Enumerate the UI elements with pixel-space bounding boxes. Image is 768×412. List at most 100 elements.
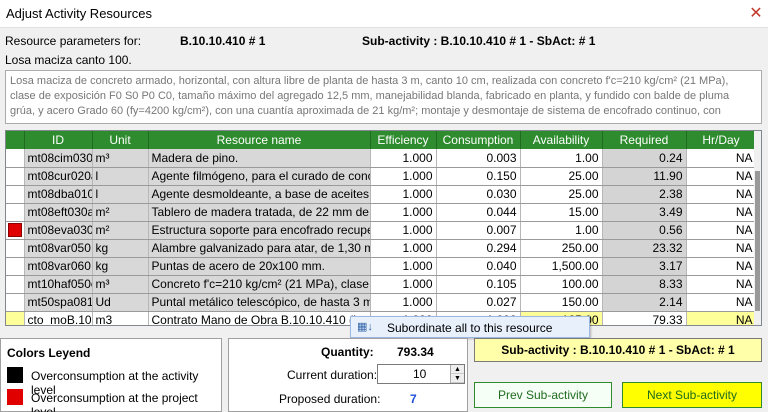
next-subactivity-button[interactable]: Next Sub-activity <box>622 382 762 408</box>
cell-availability[interactable]: 100.00 <box>520 275 603 294</box>
cell-availability[interactable]: 25.00 <box>520 185 603 204</box>
cell-id[interactable]: mt08cur020a <box>24 167 93 186</box>
cell-consumption[interactable]: 0.040 <box>436 257 521 276</box>
cell-availability[interactable]: 1.00 <box>520 221 603 240</box>
cell-required[interactable]: 2.14 <box>602 293 687 312</box>
cell-resource-name[interactable]: Madera de pino. <box>148 149 371 168</box>
table-row[interactable]: mt08cim030l m³ Madera de pino. 1.000 0.003 1.… <box>6 149 757 168</box>
spin-down-icon[interactable]: ▼ <box>451 374 464 383</box>
cell-availability[interactable]: 150.00 <box>520 293 603 312</box>
table-row[interactable]: mt08var060 kg Puntas de acero de 20x100 mm… <box>6 257 757 276</box>
cell-efficiency[interactable]: 1.000 <box>370 257 437 276</box>
cell-hr-day[interactable]: NA <box>686 275 757 294</box>
cell-consumption[interactable]: 0.294 <box>436 239 521 258</box>
col-efficiency[interactable]: Efficiency <box>370 131 437 149</box>
cell-efficiency[interactable]: 1.000 <box>370 149 437 168</box>
cell-unit[interactable]: kg <box>92 257 149 276</box>
cell-unit[interactable]: m² <box>92 203 149 222</box>
cell-consumption[interactable]: 0.003 <box>436 149 521 168</box>
resources-grid[interactable]: ID Unit Resource name Efficiency Consump… <box>5 130 762 326</box>
close-icon[interactable]: ✕ <box>746 4 766 24</box>
cell-required[interactable]: 2.38 <box>602 185 687 204</box>
table-row[interactable]: mt10haf050c m³ Concreto f'c=210 kg/cm² (21… <box>6 275 757 294</box>
cell-hr-day[interactable]: NA <box>686 203 757 222</box>
cell-hr-day[interactable]: NA <box>686 257 757 276</box>
cell-efficiency[interactable]: 1.000 <box>370 221 437 240</box>
cell-hr-day[interactable]: NA <box>686 293 757 312</box>
cell-resource-name[interactable]: Puntas de acero de 20x100 mm. <box>148 257 371 276</box>
col-id[interactable]: ID <box>24 131 93 149</box>
cell-required[interactable]: 11.90 <box>602 167 687 186</box>
cell-resource-name[interactable]: Alambre galvanizado para atar, de 1,30 m… <box>148 239 371 258</box>
long-description[interactable]: Losa maciza de concreto armado, horizont… <box>5 70 762 124</box>
cell-efficiency[interactable]: 1.000 <box>370 167 437 186</box>
cell-consumption[interactable]: 0.044 <box>436 203 521 222</box>
col-resource-name[interactable]: Resource name <box>148 131 371 149</box>
spin-buttons[interactable]: ▲ ▼ <box>450 365 464 383</box>
cell-id[interactable]: mt08eft030a <box>24 203 93 222</box>
cell-consumption[interactable]: 0.030 <box>436 185 521 204</box>
cell-required[interactable]: 0.24 <box>602 149 687 168</box>
cell-availability[interactable]: 250.00 <box>520 239 603 258</box>
cell-unit[interactable]: m3 <box>92 311 149 325</box>
ctx-item-subordinate-all[interactable]: Subordinate all to this resource <box>387 321 552 335</box>
cell-resource-name[interactable]: Agente filmógeno, para el curado de conc… <box>148 167 371 186</box>
cell-unit[interactable]: m² <box>92 221 149 240</box>
cell-availability[interactable]: 1,500.00 <box>520 257 603 276</box>
col-hr-day[interactable]: Hr/Day <box>686 131 757 149</box>
cell-efficiency[interactable]: 1.000 <box>370 293 437 312</box>
cell-efficiency[interactable]: 1.000 <box>370 185 437 204</box>
cell-required[interactable]: 23.32 <box>602 239 687 258</box>
current-duration-value[interactable]: 10 <box>413 367 426 381</box>
cell-resource-name[interactable]: Agente desmoldeante, a base de aceites e… <box>148 185 371 204</box>
table-row[interactable]: mt08dba010 l Agente desmoldeante, a base d… <box>6 185 757 204</box>
cell-consumption[interactable]: 0.007 <box>436 221 521 240</box>
cell-required[interactable]: 79.33 <box>602 311 687 325</box>
cell-efficiency[interactable]: 1.000 <box>370 239 437 258</box>
cell-unit[interactable]: l <box>92 185 149 204</box>
cell-unit[interactable]: Ud <box>92 293 149 312</box>
cell-unit[interactable]: m³ <box>92 149 149 168</box>
cell-resource-name[interactable]: Concreto f'c=210 kg/cm² (21 MPa), clase … <box>148 275 371 294</box>
cell-consumption[interactable]: 0.150 <box>436 167 521 186</box>
cell-hr-day[interactable]: NA <box>686 239 757 258</box>
cell-required[interactable]: 3.49 <box>602 203 687 222</box>
table-row[interactable]: mt08eva030 m² Estructura soporte para enco… <box>6 221 757 240</box>
cell-hr-day[interactable]: NA <box>686 311 757 325</box>
spin-up-icon[interactable]: ▲ <box>451 365 464 374</box>
cell-availability[interactable]: 15.00 <box>520 203 603 222</box>
col-consumption[interactable]: Consumption <box>436 131 521 149</box>
col-availability[interactable]: Availability <box>520 131 603 149</box>
cell-resource-name[interactable]: Contrato Mano de Obra B.10.10.410 (Losa <box>148 311 371 325</box>
cell-required[interactable]: 0.56 <box>602 221 687 240</box>
cell-unit[interactable]: kg <box>92 239 149 258</box>
cell-hr-day[interactable]: NA <box>686 221 757 240</box>
col-required[interactable]: Required <box>602 131 687 149</box>
cell-id[interactable]: mt08cim030l <box>24 149 93 168</box>
cell-id[interactable]: mt08var060 <box>24 257 93 276</box>
cell-id[interactable]: mt10haf050c <box>24 275 93 294</box>
scroll-thumb[interactable] <box>755 171 760 311</box>
grid-scrollbar[interactable] <box>754 131 761 325</box>
cell-id[interactable]: mt08var050 <box>24 239 93 258</box>
cell-id[interactable]: mt08dba010 <box>24 185 93 204</box>
cell-required[interactable]: 3.17 <box>602 257 687 276</box>
cell-consumption[interactable]: 0.105 <box>436 275 521 294</box>
cell-efficiency[interactable]: 1.000 <box>370 203 437 222</box>
col-unit[interactable]: Unit <box>92 131 149 149</box>
cell-resource-name[interactable]: Puntal metálico telescópico, de hasta 3 … <box>148 293 371 312</box>
table-row[interactable]: mt50spa081aUdPuntal metálico telescópico… <box>6 293 757 312</box>
cell-availability[interactable]: 1.00 <box>520 149 603 168</box>
cell-id[interactable]: mt50spa081a <box>24 293 93 312</box>
cell-resource-name[interactable]: Tablero de madera tratada, de 22 mm de e <box>148 203 371 222</box>
cell-unit[interactable]: l <box>92 167 149 186</box>
cell-resource-name[interactable]: Estructura soporte para encofrado recupe… <box>148 221 371 240</box>
table-row[interactable]: mt08eft030a m² Tablero de madera tratada, … <box>6 203 757 222</box>
cell-hr-day[interactable]: NA <box>686 149 757 168</box>
cell-id[interactable]: cto_moB.10.1 <box>24 311 93 325</box>
cell-hr-day[interactable]: NA <box>686 185 757 204</box>
cell-id[interactable]: mt08eva030 <box>24 221 93 240</box>
cell-consumption[interactable]: 0.027 <box>436 293 521 312</box>
cell-hr-day[interactable]: NA <box>686 167 757 186</box>
current-duration-stepper[interactable]: 10 ▲ ▼ <box>377 364 465 384</box>
